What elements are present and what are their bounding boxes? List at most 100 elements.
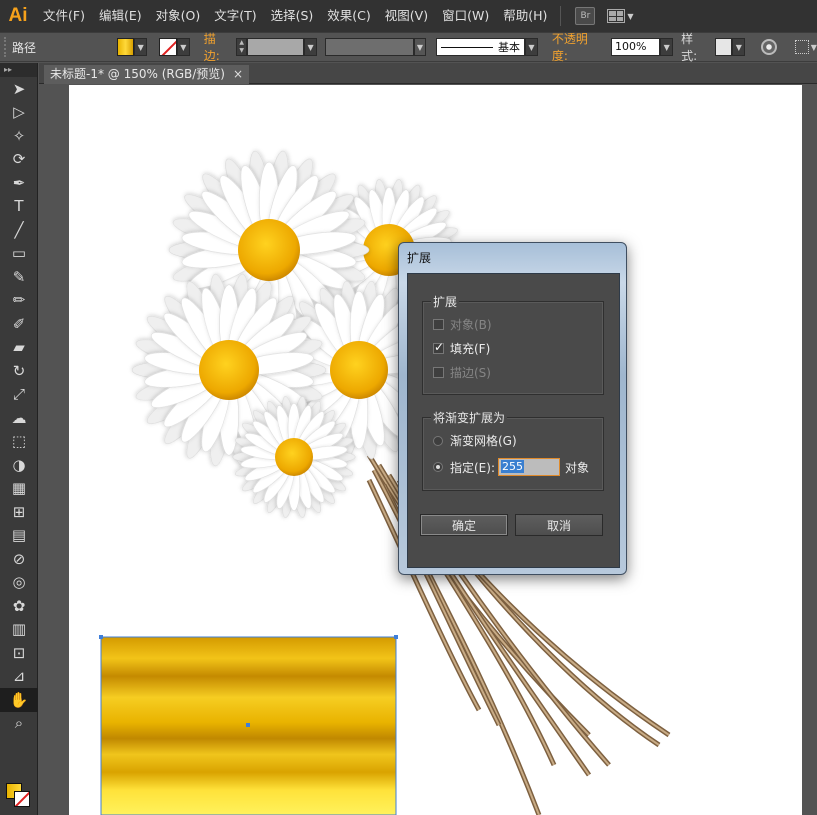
app-logo[interactable]: Ai [0, 0, 36, 32]
menu-item[interactable]: 视图(V) [378, 0, 435, 32]
graphic-style-swatch[interactable] [714, 38, 733, 56]
eraser-tool-icon[interactable]: ▰ [0, 336, 38, 360]
type-tool-icon[interactable]: T [0, 195, 38, 219]
direct-selection-tool-icon[interactable]: ▷ [0, 101, 38, 125]
menu-divider [560, 6, 562, 26]
eyedropper-tool-icon[interactable]: ⊘ [0, 547, 38, 571]
brush-style-label: 基本 [498, 41, 521, 54]
daisy-center [238, 219, 300, 281]
slice-tool-icon[interactable]: ⊿ [0, 665, 38, 689]
panel-collapse-icon[interactable]: ▸▸ [0, 63, 37, 77]
brush-definition-field[interactable]: 基本 [436, 38, 526, 56]
paintbrush-tool-icon[interactable]: ✎ [0, 265, 38, 289]
shape-builder-tool-icon[interactable]: ◑ [0, 453, 38, 477]
document-tab[interactable]: 未标题-1* @ 150% (RGB/预览) × [44, 65, 249, 84]
object-checkbox[interactable] [433, 319, 444, 330]
control-bar: 路径 ▼ ▼ 描边: ▲ ▼ ▼ ▼ 基本 ▼ 不透明度: 100% ▼ 样式: … [0, 30, 817, 64]
menu-item[interactable]: 文字(T) [207, 0, 263, 32]
stroke-color-swatch[interactable] [159, 38, 177, 56]
menu-item[interactable]: 编辑(E) [92, 0, 149, 32]
zoom-tool-icon[interactable]: ⌕ [0, 712, 38, 736]
expand-group: 扩展 对象(B) 填充(F) 描边(S) [422, 293, 604, 395]
chevron-down-icon[interactable]: ▼ [811, 43, 817, 52]
warp-tool-icon[interactable]: ☁ [0, 406, 38, 430]
gradient-mesh-radio[interactable] [433, 435, 443, 446]
align-options-icon[interactable] [795, 40, 809, 54]
gradient-mesh-label: 渐变网格(G) [450, 434, 517, 448]
free-transform-tool-icon[interactable]: ⬚ [0, 430, 38, 454]
stroke-swatch[interactable] [14, 791, 30, 807]
symbol-sprayer-tool-icon[interactable]: ✿ [0, 594, 38, 618]
menu-item[interactable]: 选择(S) [264, 0, 321, 32]
scale-tool-icon[interactable]: ⤢ [0, 383, 38, 407]
menu-item[interactable]: 文件(F) [36, 0, 92, 32]
rotate-tool-icon[interactable]: ↻ [0, 359, 38, 383]
menu-item[interactable]: 对象(O) [149, 0, 208, 32]
arrange-documents-button[interactable]: ▼ [607, 9, 634, 23]
column-graph-tool-icon[interactable]: ▥ [0, 618, 38, 642]
stroke-dropdown-button[interactable]: ▼ [176, 38, 190, 56]
opacity-field[interactable]: 100% [611, 38, 661, 56]
document-tab-bar: 未标题-1* @ 150% (RGB/预览) × [39, 63, 817, 84]
fill-stroke-swatches[interactable] [4, 783, 36, 813]
stroke-weight-label[interactable]: 描边: [204, 30, 232, 64]
rectangle-tool-icon[interactable]: ▭ [0, 242, 38, 266]
fill-checkbox[interactable] [433, 340, 444, 354]
specify-radio[interactable] [433, 462, 443, 472]
object-checkbox-label: 对象(B) [450, 318, 492, 332]
daisy-center [199, 340, 259, 400]
gradient-rectangle[interactable] [99, 635, 398, 815]
lasso-tool-icon[interactable]: ⟳ [0, 148, 38, 172]
style-dropdown[interactable]: ▼ [732, 38, 746, 56]
mesh-tool-icon[interactable]: ⊞ [0, 500, 38, 524]
hand-tool-icon[interactable]: ✋ [0, 688, 38, 712]
cancel-button[interactable]: 取消 [515, 514, 603, 536]
specify-objects-input[interactable]: 255 [498, 458, 560, 476]
menu-item[interactable]: 帮助(H) [496, 0, 554, 32]
pencil-tool-icon[interactable]: ✏ [0, 289, 38, 313]
menu-items: 文件(F) 编辑(E) 对象(O) 文字(T) 选择(S) 效果(C) 视图(V) 窗口(W)… [36, 0, 554, 32]
gradient-tool-icon[interactable]: ▤ [0, 524, 38, 548]
gradient-expand-group: 将渐变扩展为 渐变网格(G) 指定(E): 255 对象 [422, 409, 604, 491]
menu-item[interactable]: 窗口(W) [435, 0, 496, 32]
fill-checkbox-option[interactable]: 填充(F) [433, 340, 490, 357]
expand-group-title: 扩展 [431, 293, 460, 310]
fill-checkbox-label: 填充(F) [450, 342, 491, 356]
perspective-grid-tool-icon[interactable]: ▦ [0, 477, 38, 501]
expand-dialog: 扩展 扩展 对象(B) 填充(F) 描边(S) 将渐变扩展为 渐变网格(G) [398, 242, 627, 575]
panel-grip-icon[interactable] [4, 37, 10, 57]
stroke-checkbox-label: 描边(S) [450, 366, 491, 380]
line-tool-icon[interactable]: ╱ [0, 218, 38, 242]
stroke-weight-stepper[interactable]: ▲ ▼ [236, 38, 248, 56]
brush-dropdown[interactable]: ▼ [525, 38, 538, 56]
stroke-checkbox-option[interactable]: 描边(S) [433, 364, 491, 381]
selection-tool-icon[interactable]: ➤ [0, 77, 38, 101]
close-icon[interactable]: × [233, 65, 243, 84]
specify-option[interactable]: 指定(E): 255 对象 [433, 458, 589, 476]
artboard-tool-icon[interactable]: ⊡ [0, 641, 38, 665]
menu-bar: Ai 文件(F) 编辑(E) 对象(O) 文字(T) 选择(S) 效果(C) 视图(V) 窗口… [0, 0, 817, 32]
fill-dropdown-button[interactable]: ▼ [134, 38, 148, 56]
fill-color-swatch[interactable] [116, 38, 135, 56]
gradient-mesh-option[interactable]: 渐变网格(G) [433, 432, 517, 449]
stroke-weight-field[interactable] [247, 38, 305, 56]
variable-width-dropdown[interactable]: ▼ [413, 38, 427, 56]
magic-wand-tool-icon[interactable]: ✧ [0, 124, 38, 148]
document-tab-title: 未标题-1* @ 150% (RGB/预览) [50, 67, 225, 81]
stroke-weight-dropdown[interactable]: ▼ [304, 38, 317, 56]
objects-unit-label: 对象 [565, 460, 590, 475]
style-label: 样式: [681, 32, 698, 63]
ok-button[interactable]: 确定 [420, 514, 508, 536]
bridge-button[interactable]: Br [575, 7, 596, 25]
opacity-label[interactable]: 不透明度: [552, 30, 603, 64]
stroke-checkbox[interactable] [433, 367, 444, 378]
variable-width-profile[interactable] [325, 38, 414, 56]
opacity-dropdown[interactable]: ▼ [660, 38, 674, 56]
pen-tool-icon[interactable]: ✒ [0, 171, 38, 195]
tool-list: ➤ ▷ ✧ ⟳ ✒ T ╱ ▭ ✎ ✏ ✐ ▰ ↻ ⤢ ☁ ⬚ ◑ ▦ ⊞ ▤ ⊘ ◎ ✿ ▥ ⊡ ⊿ ✋ ⌕ [0, 77, 38, 736]
object-checkbox-option[interactable]: 对象(B) [433, 316, 492, 333]
recolor-artwork-icon[interactable] [761, 39, 777, 55]
menu-item[interactable]: 效果(C) [320, 0, 377, 32]
blob-brush-tool-icon[interactable]: ✐ [0, 312, 38, 336]
blend-tool-icon[interactable]: ◎ [0, 571, 38, 595]
